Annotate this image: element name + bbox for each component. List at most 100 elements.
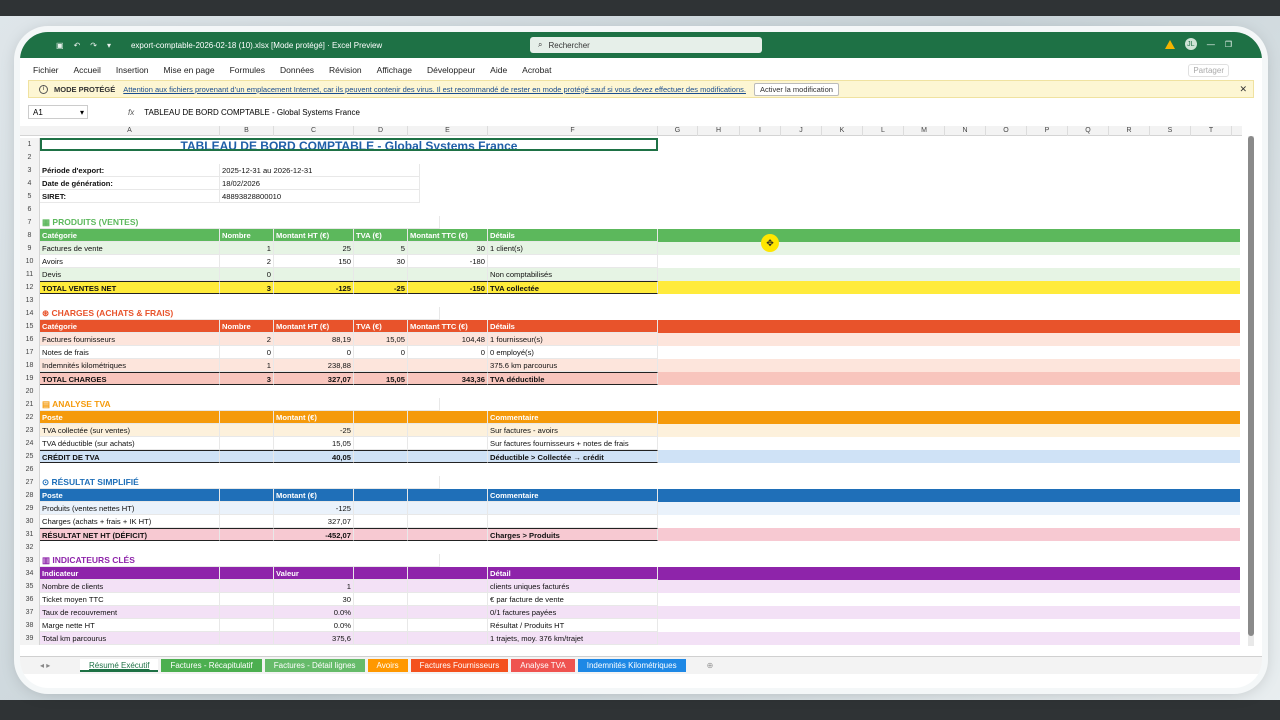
total-cell[interactable]: TVA déductible	[488, 372, 658, 385]
data-cell[interactable]: 104,48	[408, 333, 488, 346]
column-header-cell[interactable]	[220, 489, 274, 502]
total-cell[interactable]: -452,07	[274, 528, 354, 541]
customize-icon[interactable]: ▾	[107, 41, 111, 50]
data-cell[interactable]: 375,6	[274, 632, 354, 645]
data-cell[interactable]: 375.6 km parcourus	[488, 359, 658, 372]
total-cell[interactable]: -150	[408, 281, 488, 294]
column-header-cell[interactable]: Montant HT (€)	[274, 320, 354, 333]
data-cell[interactable]: 0/1 factures payées	[488, 606, 658, 619]
data-cell[interactable]: TVA collectée (sur ventes)	[40, 424, 220, 437]
data-cell[interactable]	[408, 424, 488, 437]
total-cell[interactable]: 15,05	[354, 372, 408, 385]
data-cell[interactable]	[354, 268, 408, 281]
enable-editing-button[interactable]: Activer la modification	[753, 82, 839, 96]
data-cell[interactable]: Factures de vente	[40, 242, 220, 255]
column-header-cell[interactable]: Commentaire	[488, 411, 658, 424]
data-cell[interactable]: Devis	[40, 268, 220, 281]
row-header[interactable]: 3	[20, 164, 40, 177]
protected-message[interactable]: Attention aux fichiers provenant d’un em…	[123, 85, 746, 94]
data-cell[interactable]: € par facture de vente	[488, 593, 658, 606]
vertical-scroll-thumb[interactable]	[1248, 136, 1254, 636]
data-cell[interactable]	[408, 580, 488, 593]
column-header-C[interactable]: C	[274, 126, 354, 136]
data-cell[interactable]: 0	[354, 346, 408, 359]
row-header[interactable]: 36	[20, 593, 40, 606]
column-header-L[interactable]: L	[863, 126, 904, 136]
spreadsheet-grid[interactable]: ABCDEFGHIJKLMNOPQRSTU 123456789101112131…	[20, 126, 1242, 656]
column-header-cell[interactable]	[408, 567, 488, 580]
meta-value[interactable]: 48893828800010	[220, 190, 420, 203]
row-header[interactable]: 12	[20, 281, 40, 294]
data-cell[interactable]: 0	[274, 346, 354, 359]
minimize-icon[interactable]: —	[1207, 40, 1215, 49]
data-cell[interactable]	[354, 515, 408, 528]
row-header[interactable]: 5	[20, 190, 40, 203]
total-cell[interactable]: TOTAL CHARGES	[40, 372, 220, 385]
data-cell[interactable]	[354, 593, 408, 606]
row-header[interactable]: 22	[20, 411, 40, 424]
column-header-U[interactable]: U	[1232, 126, 1242, 136]
row-header[interactable]: 29	[20, 502, 40, 515]
row-header[interactable]: 2	[20, 151, 40, 164]
column-header-A[interactable]: A	[40, 126, 220, 136]
data-cell[interactable]: 5	[354, 242, 408, 255]
column-header-cell[interactable]: Montant TTC (€)	[408, 320, 488, 333]
vertical-scrollbar[interactable]	[1248, 136, 1254, 646]
total-cell[interactable]: TVA collectée	[488, 281, 658, 294]
section-title[interactable]: ⊙ RÉSULTAT SIMPLIFIÉ	[40, 476, 440, 489]
column-header-K[interactable]: K	[822, 126, 863, 136]
data-cell[interactable]	[488, 515, 658, 528]
column-header-B[interactable]: B	[220, 126, 274, 136]
redo-icon[interactable]: ↷	[90, 41, 97, 50]
column-header-R[interactable]: R	[1109, 126, 1150, 136]
name-box[interactable]: A1 ▾	[28, 105, 88, 119]
row-header[interactable]: 15	[20, 320, 40, 333]
data-cell[interactable]	[354, 359, 408, 372]
data-cell[interactable]	[408, 437, 488, 450]
meta-value[interactable]: 18/02/2026	[220, 177, 420, 190]
total-cell[interactable]	[354, 528, 408, 541]
row-header[interactable]: 34	[20, 567, 40, 580]
sheet-tab-3[interactable]: Avoirs	[367, 659, 408, 672]
total-cell[interactable]: CRÉDIT DE TVA	[40, 450, 220, 463]
fx-icon[interactable]: fx	[128, 108, 134, 117]
data-cell[interactable]: TVA déductible (sur achats)	[40, 437, 220, 450]
section-title[interactable]: ▥ INDICATEURS CLÉS	[40, 554, 440, 567]
data-cell[interactable]	[408, 268, 488, 281]
column-header-cell[interactable]: TVA (€)	[354, 229, 408, 242]
menu-5[interactable]: Données	[280, 65, 314, 75]
row-header[interactable]: 39	[20, 632, 40, 645]
data-cell[interactable]	[408, 632, 488, 645]
data-cell[interactable]: 30	[354, 255, 408, 268]
data-cell[interactable]	[408, 515, 488, 528]
data-cell[interactable]: 0.0%	[274, 619, 354, 632]
data-cell[interactable]: Sur factures fournisseurs + notes de fra…	[488, 437, 658, 450]
column-header-E[interactable]: E	[408, 126, 488, 136]
menu-7[interactable]: Affichage	[377, 65, 412, 75]
row-header[interactable]: 11	[20, 268, 40, 281]
data-cell[interactable]	[220, 502, 274, 515]
share-button[interactable]: Partager	[1188, 63, 1229, 77]
row-header[interactable]: 4	[20, 177, 40, 190]
data-cell[interactable]	[220, 515, 274, 528]
section-title[interactable]: ⊛ CHARGES (ACHATS & FRAIS)	[40, 307, 440, 320]
column-header-cell[interactable]	[408, 411, 488, 424]
row-header[interactable]: 27	[20, 476, 40, 489]
total-cell[interactable]	[220, 528, 274, 541]
column-header-O[interactable]: O	[986, 126, 1027, 136]
column-header-P[interactable]: P	[1027, 126, 1068, 136]
sheet-tab-6[interactable]: Indemnités Kilométriques	[577, 659, 686, 672]
column-header-cell[interactable]: Catégorie	[40, 320, 220, 333]
data-cell[interactable]: 15,05	[274, 437, 354, 450]
total-cell[interactable]: -25	[354, 281, 408, 294]
row-header[interactable]: 24	[20, 437, 40, 450]
data-cell[interactable]	[274, 268, 354, 281]
menu-1[interactable]: Accueil	[74, 65, 101, 75]
data-cell[interactable]	[220, 437, 274, 450]
row-header[interactable]: 23	[20, 424, 40, 437]
column-header-cell[interactable]: Poste	[40, 411, 220, 424]
row-header[interactable]: 37	[20, 606, 40, 619]
row-header[interactable]: 19	[20, 372, 40, 385]
total-cell[interactable]: 3	[220, 372, 274, 385]
total-cell[interactable]	[354, 450, 408, 463]
